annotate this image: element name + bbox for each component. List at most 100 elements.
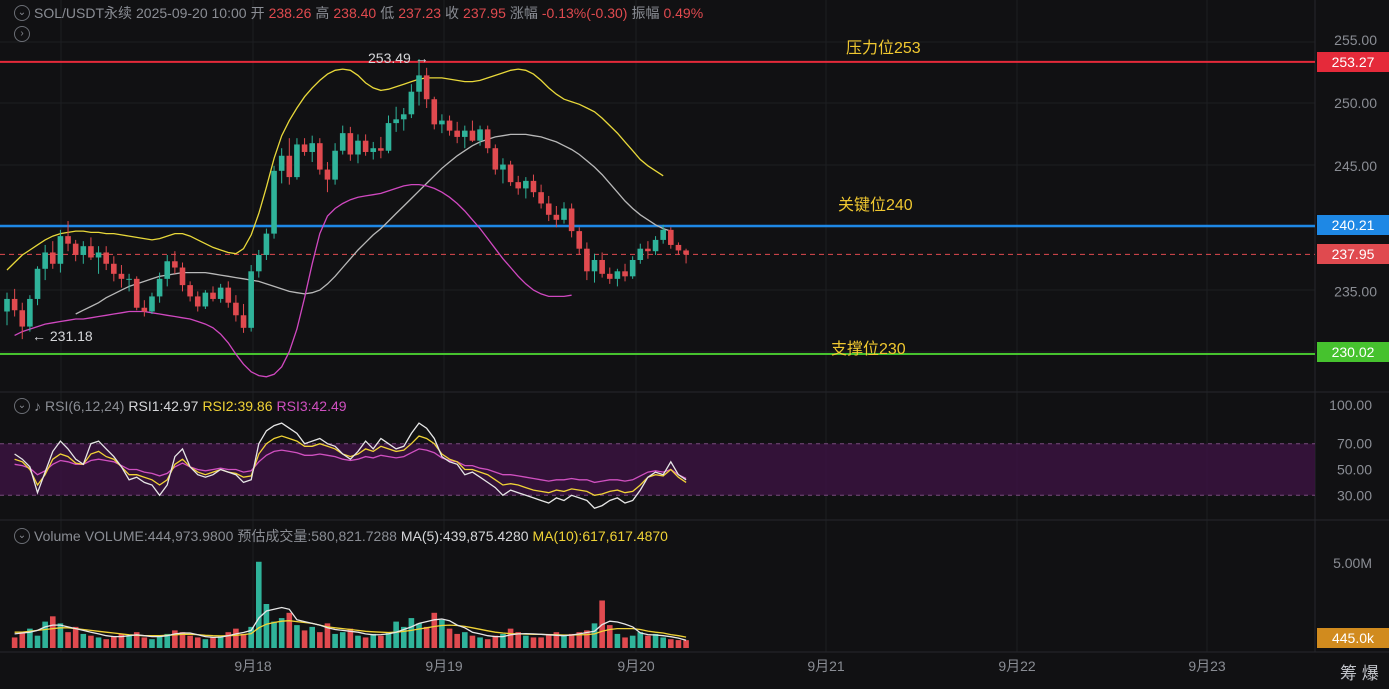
candle-body	[469, 130, 476, 141]
volume-bar	[278, 618, 285, 648]
volume-bar	[286, 612, 293, 648]
candle-body	[484, 129, 491, 149]
chevron-right-icon[interactable]: ›	[14, 26, 30, 42]
candle-body	[19, 310, 26, 327]
volume-name[interactable]: Volume	[34, 528, 81, 544]
candle-body	[11, 298, 18, 311]
volume-bar	[370, 633, 377, 648]
candle-body	[622, 271, 628, 277]
price-tick-label: 250.00	[1334, 95, 1377, 111]
close-label: 收	[445, 5, 460, 21]
price-tick-label: 235.00	[1334, 283, 1377, 299]
candle-body	[347, 133, 354, 155]
change-label: 涨幅	[509, 5, 538, 21]
candle-body	[88, 246, 94, 258]
candle-body	[416, 75, 422, 92]
candle-body	[568, 208, 575, 232]
volume-bar	[80, 633, 87, 648]
candle-body	[194, 296, 201, 307]
candle-body	[370, 148, 377, 152]
candle-body	[103, 252, 109, 264]
volume-pane[interactable]	[11, 561, 689, 648]
rsi-tick-label: 50.00	[1337, 462, 1372, 478]
price-tick-label: 255.00	[1334, 32, 1377, 48]
candle-body	[233, 302, 239, 316]
candle-body	[545, 203, 552, 215]
candle-body	[179, 267, 186, 286]
volume-bar	[11, 637, 18, 648]
volume-bar	[95, 637, 102, 648]
candle-body	[561, 208, 567, 220]
symbol-label[interactable]: SOL/USDT永续	[34, 3, 132, 23]
bell-icon[interactable]: ♪	[34, 398, 41, 414]
candle-body	[133, 278, 140, 308]
rsi-name[interactable]: RSI(6,12,24)	[45, 398, 124, 414]
volume-bar	[614, 633, 621, 648]
price-pane[interactable]	[0, 59, 1315, 378]
volume-estimate: 预估成交量:580,821.7288	[237, 528, 397, 544]
candle-body	[652, 239, 659, 252]
volume-tick-label: 5.00M	[1333, 555, 1372, 571]
candle-body	[141, 307, 148, 312]
candle-body	[675, 244, 682, 251]
volume-bar	[683, 640, 689, 648]
boll-lower-line	[14, 183, 572, 378]
high-value: 238.40	[333, 5, 377, 21]
volume-value: VOLUME:444,973.9800	[84, 528, 234, 544]
volume-bar	[629, 635, 636, 648]
volume-current-tag: 445.0k	[1317, 628, 1389, 648]
candle-body	[4, 298, 10, 312]
candle-body	[538, 192, 544, 204]
volume-bar	[332, 633, 338, 648]
candle-body	[599, 260, 605, 274]
candle-body	[187, 285, 193, 297]
volume-bar	[49, 616, 56, 648]
high-label: 高	[315, 5, 330, 21]
volume-bar	[294, 625, 300, 648]
amplitude-label: 振幅	[631, 5, 660, 21]
candle-body	[111, 263, 117, 274]
volume-bar	[301, 630, 308, 648]
candle-body	[637, 248, 644, 260]
candle-body	[439, 120, 445, 125]
date-tick-label: 9月20	[617, 658, 655, 674]
volume-bar	[431, 612, 438, 648]
volume-collapse-icon[interactable]: ⌄	[14, 528, 30, 544]
volume-ma5: MA(5):439,875.4280	[400, 528, 529, 544]
rsi-tick-label: 70.00	[1337, 436, 1372, 452]
volume-bar	[233, 628, 239, 648]
candle-body	[118, 273, 125, 279]
volume-bar	[210, 637, 216, 648]
low-marker: ← 231.18	[32, 328, 93, 344]
candle-body	[530, 180, 537, 193]
collapse-chevron-icon[interactable]: ⌄	[14, 5, 30, 21]
candle-body	[393, 119, 399, 124]
volume-bar	[591, 623, 598, 648]
volume-bar	[446, 628, 453, 648]
volume-bar	[523, 635, 529, 648]
candle-body	[317, 143, 323, 170]
candle-body	[278, 155, 285, 171]
volume-bar	[240, 633, 247, 648]
volume-bar	[65, 632, 71, 648]
candle-body	[263, 233, 270, 255]
candle-body	[584, 248, 590, 272]
candle-body	[225, 287, 232, 303]
rsi-pane[interactable]	[0, 422, 1315, 509]
candle-body	[614, 271, 621, 279]
rsi-header: ⌄ ♪ RSI(6,12,24) RSI1:42.97 RSI2:39.86 R…	[14, 398, 347, 414]
volume-bar	[42, 621, 48, 648]
change-value: -0.13%(-0.30)	[541, 5, 628, 21]
open-label: 开	[250, 5, 265, 21]
rsi-collapse-icon[interactable]: ⌄	[14, 398, 30, 414]
corner-label[interactable]: 筹 爆	[1340, 659, 1379, 684]
volume-bar	[484, 639, 491, 648]
volume-bar	[462, 632, 468, 648]
volume-header: ⌄ Volume VOLUME:444,973.9800 预估成交量:580,8…	[14, 526, 668, 546]
volume-bar	[538, 637, 544, 648]
volume-bar	[454, 633, 460, 648]
volume-bar	[568, 633, 575, 648]
volume-bar	[408, 618, 415, 648]
candle-body	[507, 164, 514, 183]
volume-bar	[393, 621, 399, 648]
